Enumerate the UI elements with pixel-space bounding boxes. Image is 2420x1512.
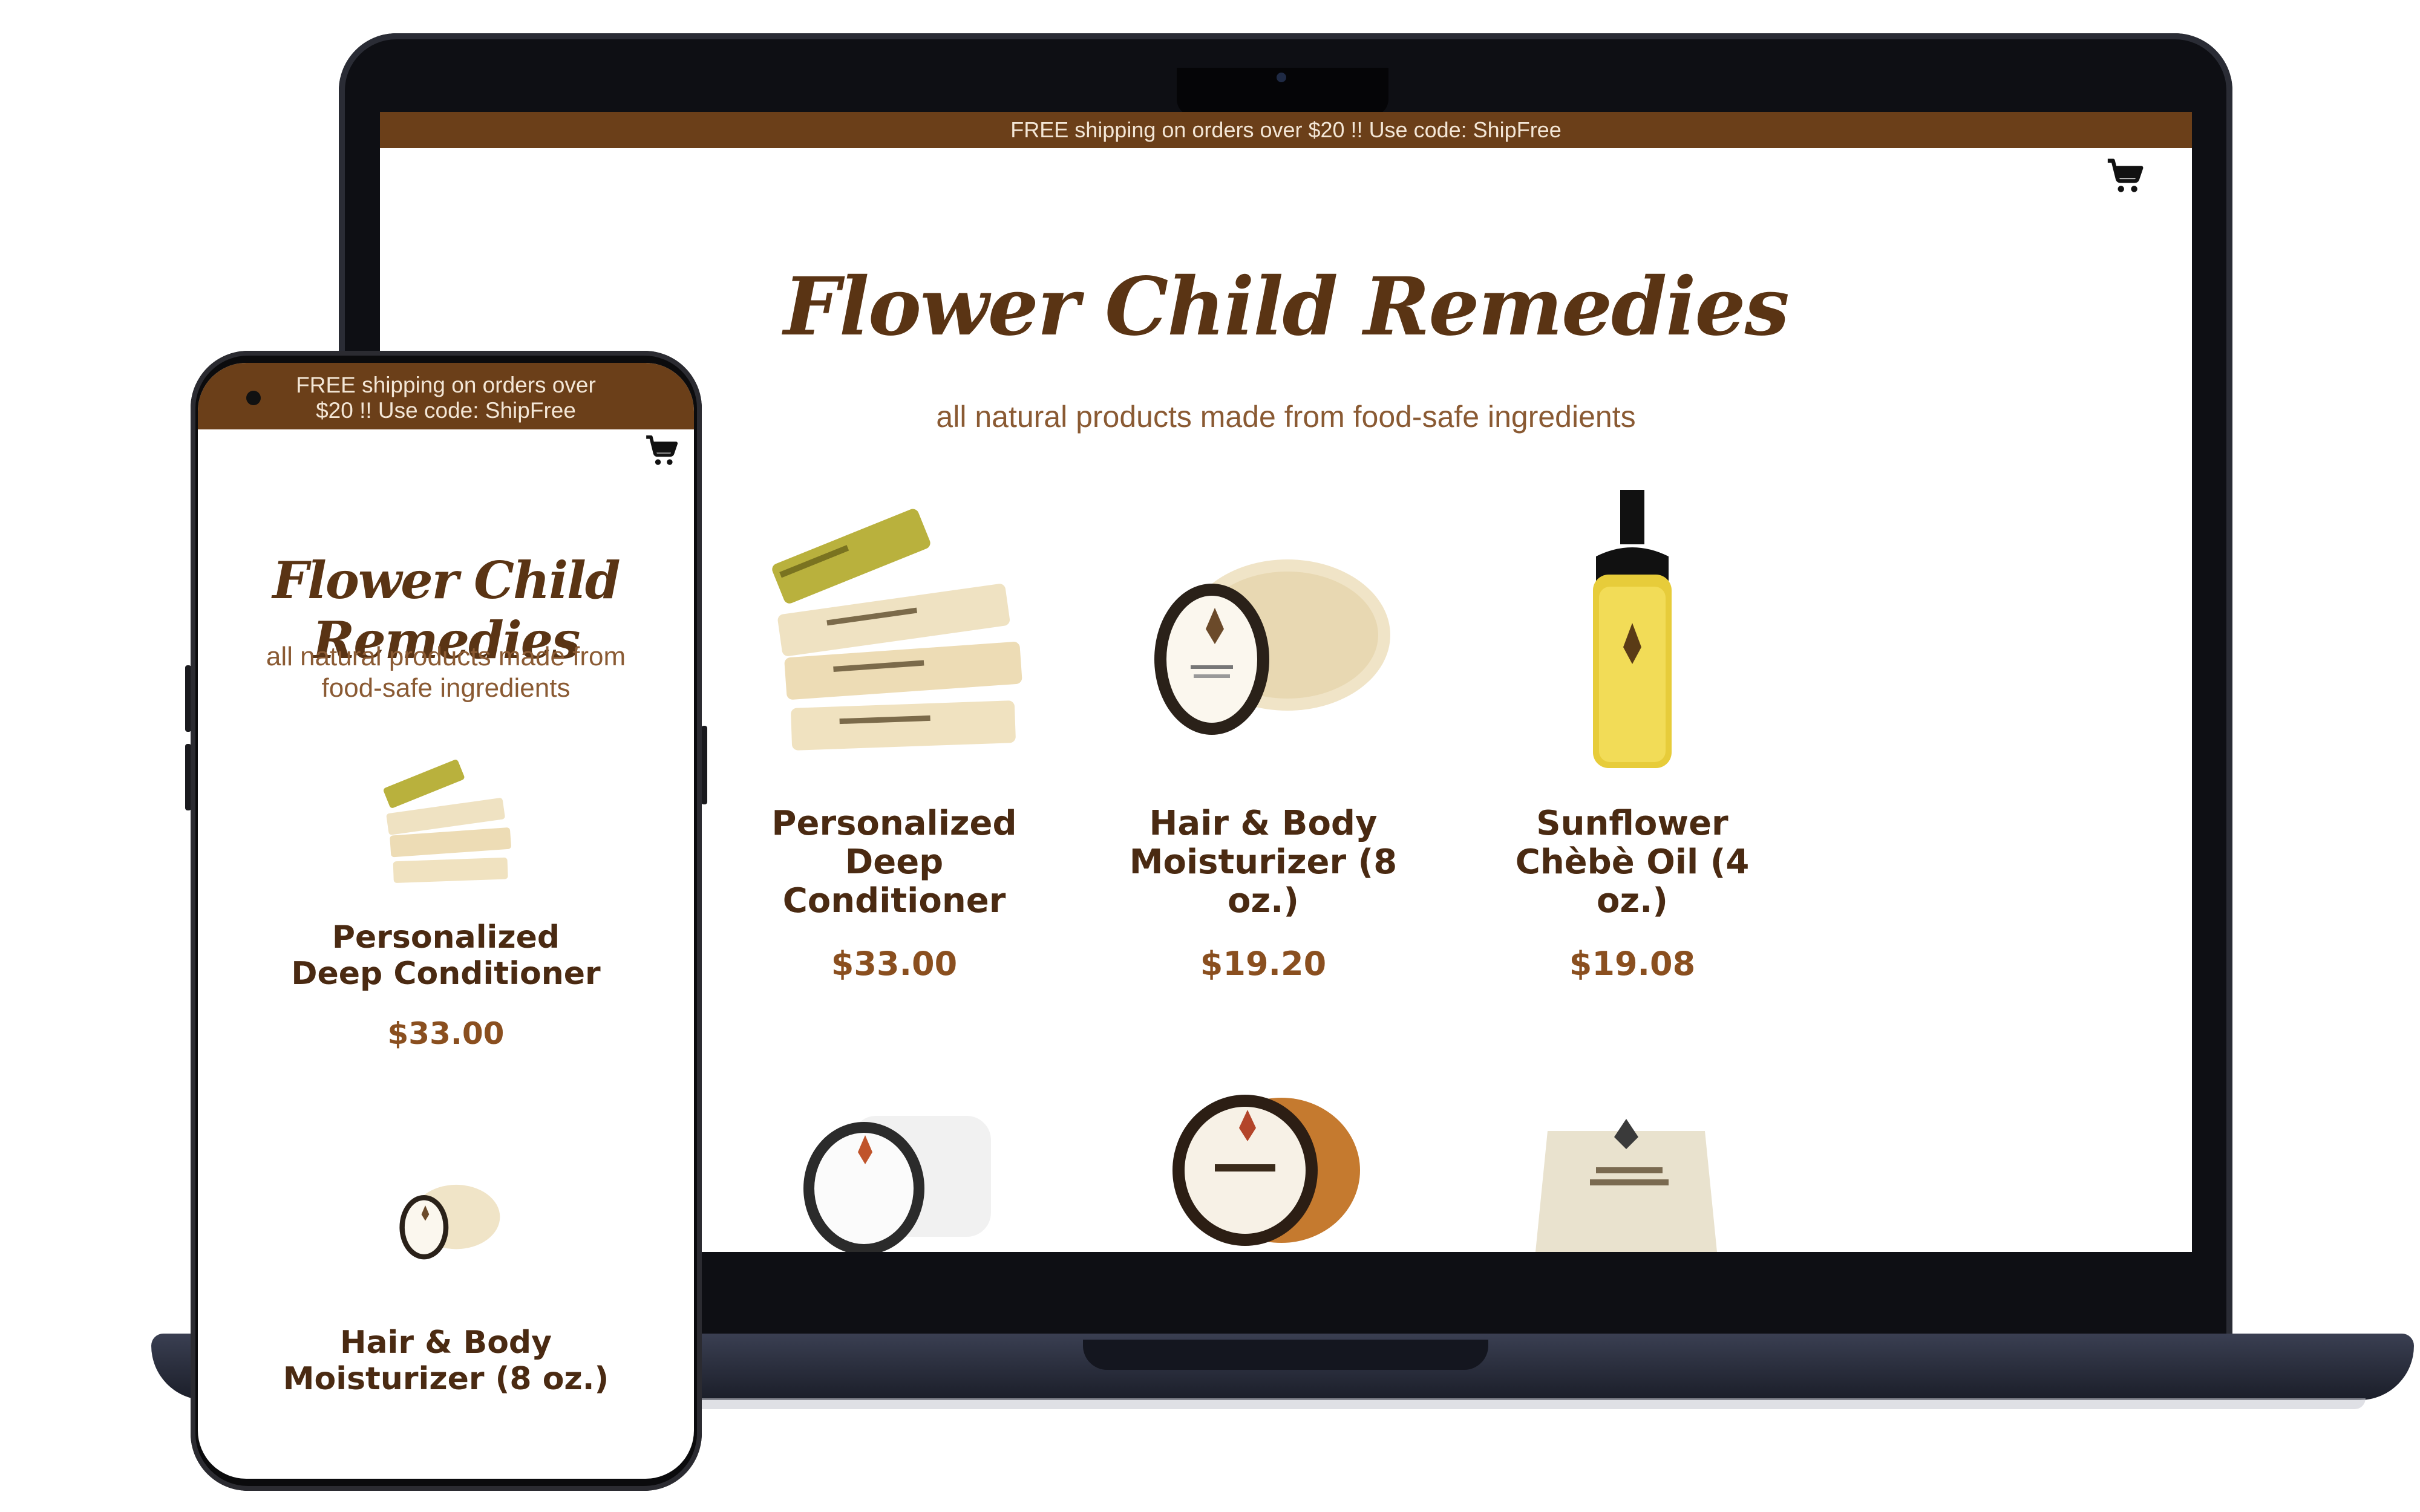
product-name[interactable]: Sunflower Chèbè Oil (4 oz.) xyxy=(1475,804,1790,921)
promo-banner-line1: FREE shipping on orders over xyxy=(296,373,596,397)
product-image[interactable] xyxy=(1511,1113,1753,1252)
laptop-hinge-notch xyxy=(1083,1340,1488,1370)
product-name[interactable]: Personalized Deep Conditioner xyxy=(283,919,609,992)
webcam-icon xyxy=(1277,73,1286,82)
brand-title[interactable]: Flower Child Remedies xyxy=(380,260,2192,354)
product-image[interactable] xyxy=(773,1104,1015,1252)
product-price: $19.08 xyxy=(1569,945,1696,983)
brand-tagline-line1: all natural products made from xyxy=(266,642,626,671)
product-card[interactable]: Personalized Deep Conditioner $33.00 xyxy=(283,919,609,1051)
product-card[interactable]: Hair & Body Moisturizer (8 oz.) xyxy=(283,1325,609,1397)
product-card[interactable]: Sunflower Chèbè Oil (4 oz.) $19.08 xyxy=(1475,490,1790,983)
brand-tagline-line2: food-safe ingredients xyxy=(321,673,571,703)
product-price: $19.20 xyxy=(1200,945,1327,983)
product-price: $33.00 xyxy=(831,945,958,983)
phone-screen: FREE shipping on orders over $20 !! Use … xyxy=(198,363,694,1479)
product-name[interactable]: Personalized Deep Conditioner xyxy=(737,804,1051,921)
product-name[interactable]: Hair & Body Moisturizer (8 oz.) xyxy=(1106,804,1421,921)
product-image[interactable] xyxy=(1106,490,1421,774)
product-price: $33.00 xyxy=(387,1016,505,1051)
product-image[interactable] xyxy=(737,490,1051,774)
front-camera-icon xyxy=(246,391,261,405)
product-name[interactable]: Hair & Body Moisturizer (8 oz.) xyxy=(283,1325,609,1397)
promo-banner: FREE shipping on orders over $20 !! Use … xyxy=(380,112,2192,148)
shopping-cart-icon[interactable] xyxy=(2104,155,2147,198)
promo-banner-text: FREE shipping on orders over $20 !! Use … xyxy=(1010,117,1562,142)
promo-banner-line2: $20 !! Use code: ShipFree xyxy=(316,398,576,423)
product-image[interactable] xyxy=(1142,1080,1384,1252)
product-card[interactable]: Hair & Body Moisturizer (8 oz.) $19.20 xyxy=(1106,490,1421,983)
product-image[interactable] xyxy=(1475,490,1790,774)
phone-power-button xyxy=(701,726,707,804)
shopping-cart-icon[interactable] xyxy=(643,432,681,470)
product-image[interactable] xyxy=(361,750,531,895)
product-card[interactable]: Personalized Deep Conditioner $33.00 xyxy=(737,490,1051,983)
product-image[interactable] xyxy=(367,1155,525,1276)
brand-tagline: all natural products made from food-safe… xyxy=(234,641,658,704)
promo-banner: FREE shipping on orders over $20 !! Use … xyxy=(198,363,694,429)
